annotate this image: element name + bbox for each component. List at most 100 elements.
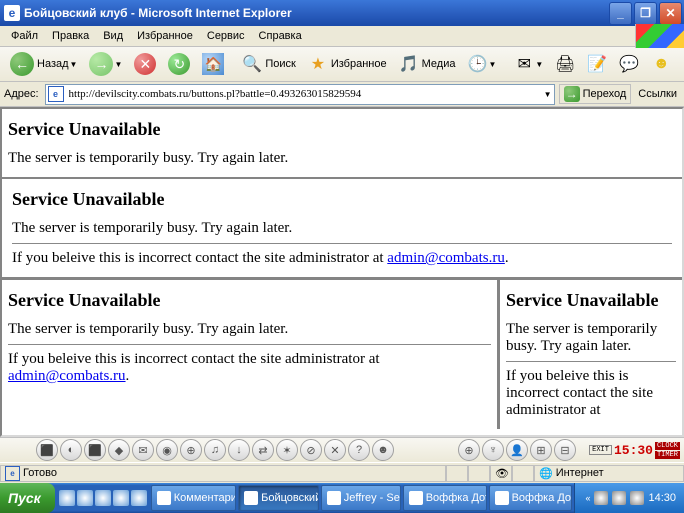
clock-mode-timer[interactable]: TIMER — [655, 451, 680, 459]
clock-exit-label[interactable]: EXIT — [589, 445, 612, 455]
ql-app-icon[interactable] — [113, 490, 129, 506]
back-button[interactable]: ← Назад ▼ — [4, 49, 83, 79]
minimize-button[interactable]: _ — [609, 2, 632, 25]
history-button[interactable]: 🕒▼ — [461, 51, 502, 77]
game-icon-8[interactable]: ♫ — [204, 439, 226, 461]
taskbar-task[interactable]: Комментарии... — [151, 485, 236, 511]
menu-help[interactable]: Справка — [252, 28, 309, 44]
error-heading: Service Unavailable — [506, 290, 676, 311]
error-frame-bottom-right: Service Unavailable The server is tempor… — [497, 280, 682, 429]
taskbar-task[interactable]: Бойцовский ... — [238, 485, 319, 511]
restore-button[interactable]: ❐ — [634, 2, 657, 25]
game-icon-19[interactable]: ⊞ — [530, 439, 552, 461]
admin-email-link[interactable]: admin@combats.ru — [8, 368, 126, 384]
chevron-down-icon: ▼ — [535, 60, 543, 69]
mail-button[interactable]: ✉▼ — [508, 51, 549, 77]
taskbar: Пуск Комментарии... Бойцовский ... Jeffr… — [0, 483, 684, 513]
menu-tools[interactable]: Сервис — [200, 28, 252, 44]
star-icon: ★ — [308, 54, 328, 74]
taskbar-task[interactable]: Воффка Дот ... — [403, 485, 487, 511]
go-arrow-icon: → — [564, 86, 580, 102]
game-icon-20[interactable]: ⊟ — [554, 439, 576, 461]
address-input[interactable] — [67, 87, 543, 101]
game-icon-15[interactable]: ☻ — [372, 439, 394, 461]
game-icon-12[interactable]: ⊘ — [300, 439, 322, 461]
quick-launch — [59, 490, 147, 506]
game-icon-14[interactable]: ? — [348, 439, 370, 461]
taskbar-task[interactable]: Воффка Дот ... — [489, 485, 573, 511]
menu-file[interactable]: Файл — [4, 28, 45, 44]
game-icon-10[interactable]: ⇄ — [252, 439, 274, 461]
status-zone-pane: 🌐 Интернет — [534, 465, 684, 482]
edit-button[interactable]: 📝 — [581, 51, 613, 77]
tray-icon[interactable] — [594, 491, 608, 505]
menu-favorites[interactable]: Избранное — [130, 28, 200, 44]
ql-ie-icon[interactable] — [59, 490, 75, 506]
tray-icon[interactable] — [630, 491, 644, 505]
stop-button[interactable]: ✕ — [128, 50, 162, 78]
ql-desktop-icon[interactable] — [77, 490, 93, 506]
clock-widget: EXIT 15:30 CLOCK TIMER — [589, 442, 680, 459]
address-input-wrap[interactable]: e ▼ — [45, 84, 555, 105]
discuss-icon: 💬 — [619, 54, 639, 74]
chevron-down-icon: ▼ — [488, 60, 496, 69]
links-label[interactable]: Ссылки — [635, 88, 680, 100]
favorites-label: Избранное — [331, 58, 387, 70]
home-button[interactable]: 🏠 — [196, 50, 230, 78]
game-icon-5[interactable]: ✉ — [132, 439, 154, 461]
menu-view[interactable]: Вид — [96, 28, 130, 44]
forward-button[interactable]: → ▼ — [83, 49, 128, 79]
media-label: Медиа — [422, 58, 456, 70]
admin-email-link[interactable]: admin@combats.ru — [387, 250, 505, 266]
start-button[interactable]: Пуск — [0, 483, 55, 513]
media-button[interactable]: 🎵Медиа — [393, 51, 462, 77]
chevron-down-icon[interactable]: ▼ — [544, 90, 552, 99]
status-ready-text: Готово — [23, 467, 57, 479]
taskbar-task[interactable]: Jeffrey - Sea... — [321, 485, 401, 511]
back-label: Назад — [37, 58, 69, 70]
error-frame-row: Service Unavailable The server is tempor… — [2, 277, 682, 429]
tray-clock[interactable]: 14:30 — [648, 492, 676, 504]
media-icon: 🎵 — [399, 54, 419, 74]
error-frame-middle: Service Unavailable The server is tempor… — [2, 177, 682, 277]
tray-expand-icon[interactable]: « — [585, 493, 590, 503]
error-heading: Service Unavailable — [8, 290, 491, 311]
menu-edit[interactable]: Правка — [45, 28, 96, 44]
print-button[interactable]: 🖨 — [549, 51, 581, 77]
nav-toolbar: ← Назад ▼ → ▼ ✕ ↻ 🏠 🔍Поиск ★Избранное 🎵М… — [0, 47, 684, 82]
status-ready-pane: e Готово — [0, 465, 446, 482]
chevron-down-icon: ▼ — [70, 60, 78, 69]
clock-mode-clock[interactable]: CLOCK — [655, 442, 680, 450]
game-toolbar: ⬛ ◐ ⬛ ◆ ✉ ◉ ⊕ ♫ ↓ ⇄ ✶ ⊘ ✕ ? ☻ ⊕ ♆ 👤 ⊞ ⊟ … — [0, 437, 684, 462]
game-icon-3[interactable]: ⬛ — [84, 439, 106, 461]
game-icon-13[interactable]: ✕ — [324, 439, 346, 461]
ql-app-icon[interactable] — [131, 490, 147, 506]
page-content[interactable]: Service Unavailable The server is tempor… — [0, 107, 684, 437]
ql-app-icon[interactable] — [95, 490, 111, 506]
error-heading: Service Unavailable — [12, 189, 672, 210]
discuss-button[interactable]: 💬 — [613, 51, 645, 77]
game-icon-17[interactable]: ♆ — [482, 439, 504, 461]
go-button[interactable]: → Переход — [559, 84, 632, 104]
task-icon — [409, 491, 423, 505]
messenger-button[interactable]: ☻ — [645, 51, 677, 77]
game-icon-2[interactable]: ◐ — [60, 439, 82, 461]
game-icon-11[interactable]: ✶ — [276, 439, 298, 461]
game-icon-1[interactable]: ⬛ — [36, 439, 58, 461]
go-label: Переход — [583, 88, 627, 100]
favorites-button[interactable]: ★Избранное — [302, 51, 393, 77]
game-icon-6[interactable]: ◉ — [156, 439, 178, 461]
game-icon-4[interactable]: ◆ — [108, 439, 130, 461]
icq-button[interactable]: ✿ — [677, 51, 684, 77]
close-button[interactable]: ✕ — [659, 2, 682, 25]
search-button[interactable]: 🔍Поиск — [236, 51, 301, 77]
game-icon-16[interactable]: ⊕ — [458, 439, 480, 461]
tray-icon[interactable] — [612, 491, 626, 505]
game-icon-7[interactable]: ⊕ — [180, 439, 202, 461]
refresh-button[interactable]: ↻ — [162, 50, 196, 78]
page-icon: e — [5, 466, 20, 481]
task-icon — [327, 491, 341, 505]
status-privacy-pane: 👁 — [490, 465, 512, 482]
game-icon-9[interactable]: ↓ — [228, 439, 250, 461]
game-icon-18[interactable]: 👤 — [506, 439, 528, 461]
